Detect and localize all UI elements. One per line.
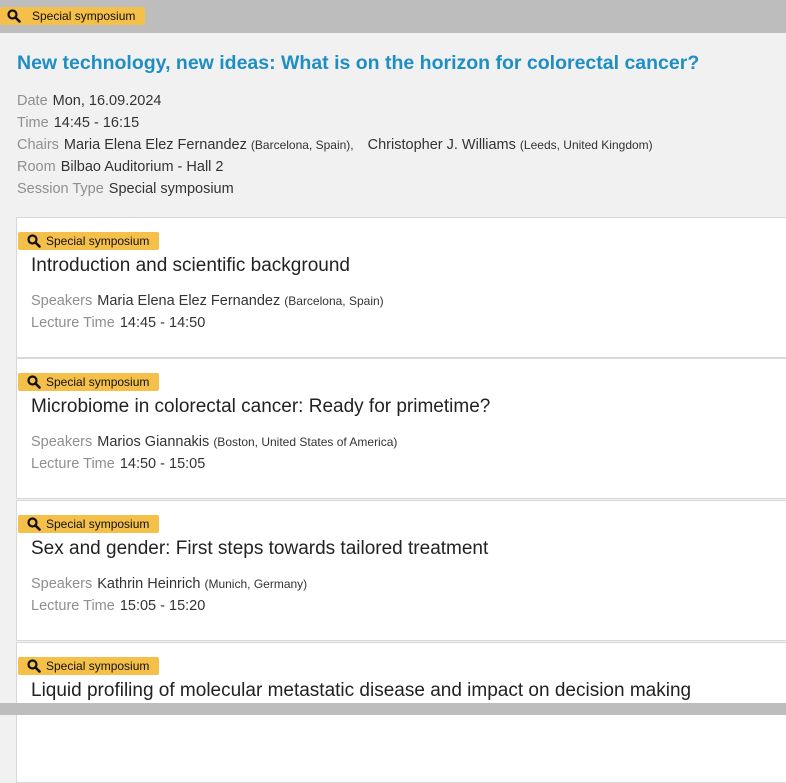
lecture-title[interactable]: Sex and gender: First steps towards tail… xyxy=(31,538,488,560)
speakers-label: Speakers xyxy=(31,293,93,309)
lecture-time-label: Lecture Time xyxy=(31,598,115,614)
top-bar: Special symposium xyxy=(0,0,786,33)
speaker-name-link[interactable]: Maria Elena Elez Fernandez xyxy=(97,293,280,309)
chair-name-link[interactable]: Christopher J. Williams xyxy=(368,137,516,153)
session-type-row: Session Type Special symposium xyxy=(17,178,653,200)
speaker-location: (Munich, Germany) xyxy=(204,577,308,591)
lecture-speakers-row: Speakers Maria Elena Elez Fernandez (Barc… xyxy=(31,290,384,312)
time-value: 14:45 - 16:15 xyxy=(53,115,140,131)
lecture-type-tag-label: Special symposium xyxy=(46,375,150,389)
date-value: Mon, 16.09.2024 xyxy=(52,93,162,109)
lecture-title[interactable]: Liquid profiling of molecular metastatic… xyxy=(31,680,691,702)
lecture-card[interactable]: Special symposium Introduction and scien… xyxy=(16,217,786,358)
lecture-type-tag[interactable]: Special symposium xyxy=(18,515,160,533)
speaker-name-link[interactable]: Marios Giannakis xyxy=(97,434,209,450)
lecture-card[interactable]: Special symposium Sex and gender: First … xyxy=(16,500,786,641)
search-icon xyxy=(27,659,41,673)
session-date-row: Date Mon, 16.09.2024 xyxy=(17,90,653,112)
lecture-type-tag-label: Special symposium xyxy=(46,234,150,248)
search-icon xyxy=(7,9,21,23)
lecture-time-row: Lecture Time 14:50 - 15:05 xyxy=(31,453,397,475)
room-value: Bilbao Auditorium - Hall 2 xyxy=(60,159,224,175)
lecture-speakers-row: Speakers Marios Giannakis (Boston, United… xyxy=(31,431,397,453)
room-label: Room xyxy=(17,159,56,175)
session-type-value: Special symposium xyxy=(108,181,234,197)
time-label: Time xyxy=(17,115,49,131)
speaker-name-link[interactable]: Kathrin Heinrich xyxy=(97,576,200,592)
lecture-meta: Speakers Marios Giannakis (Boston, United… xyxy=(31,431,397,475)
search-icon xyxy=(27,234,41,248)
session-chairs-row: Chairs Maria Elena Elez Fernandez (Barcel… xyxy=(17,134,653,156)
lecture-title[interactable]: Introduction and scientific background xyxy=(31,255,350,277)
lecture-type-tag-label: Special symposium xyxy=(46,517,150,531)
session-title: New technology, new ideas: What is on th… xyxy=(17,52,700,74)
chair-location: (Barcelona, Spain), xyxy=(250,138,354,152)
lecture-time-value: 14:50 - 15:05 xyxy=(119,456,206,472)
session-room-row: Room Bilbao Auditorium - Hall 2 xyxy=(17,156,653,178)
session-type-tag-label: Special symposium xyxy=(32,9,136,23)
lecture-time-label: Lecture Time xyxy=(31,456,115,472)
session-type-tag[interactable]: Special symposium xyxy=(0,7,146,25)
lecture-type-tag[interactable]: Special symposium xyxy=(18,657,160,675)
chair-location: (Leeds, United Kingdom) xyxy=(519,138,653,152)
lecture-title[interactable]: Microbiome in colorectal cancer: Ready f… xyxy=(31,396,490,418)
search-icon xyxy=(27,517,41,531)
search-icon xyxy=(27,375,41,389)
speaker-location: (Barcelona, Spain) xyxy=(284,294,384,308)
lecture-time-row: Lecture Time 14:45 - 14:50 xyxy=(31,312,384,334)
chairs-label: Chairs xyxy=(17,137,59,153)
session-type-label: Session Type xyxy=(17,181,104,197)
session-time-row: Time 14:45 - 16:15 xyxy=(17,112,653,134)
speakers-label: Speakers xyxy=(31,576,93,592)
speakers-label: Speakers xyxy=(31,434,93,450)
date-label: Date xyxy=(17,93,48,109)
lecture-type-tag[interactable]: Special symposium xyxy=(18,232,160,250)
session-meta: Date Mon, 16.09.2024 Time 14:45 - 16:15 Ch… xyxy=(17,90,653,200)
lecture-card[interactable]: Special symposium Microbiome in colorect… xyxy=(16,358,786,499)
lecture-meta: Speakers Kathrin Heinrich (Munich, German… xyxy=(31,573,307,617)
speaker-location: (Boston, United States of America) xyxy=(213,435,398,449)
lecture-type-tag[interactable]: Special symposium xyxy=(18,373,160,391)
bottom-scroll-bar xyxy=(0,703,786,715)
lecture-type-tag-label: Special symposium xyxy=(46,659,150,673)
lecture-time-value: 15:05 - 15:20 xyxy=(119,598,206,614)
chair-name-link[interactable]: Maria Elena Elez Fernandez xyxy=(64,137,247,153)
lecture-time-row: Lecture Time 15:05 - 15:20 xyxy=(31,595,307,617)
lecture-time-label: Lecture Time xyxy=(31,315,115,331)
lecture-speakers-row: Speakers Kathrin Heinrich (Munich, German… xyxy=(31,573,307,595)
lecture-meta: Speakers Maria Elena Elez Fernandez (Barc… xyxy=(31,290,384,334)
lecture-time-value: 14:45 - 14:50 xyxy=(119,315,206,331)
